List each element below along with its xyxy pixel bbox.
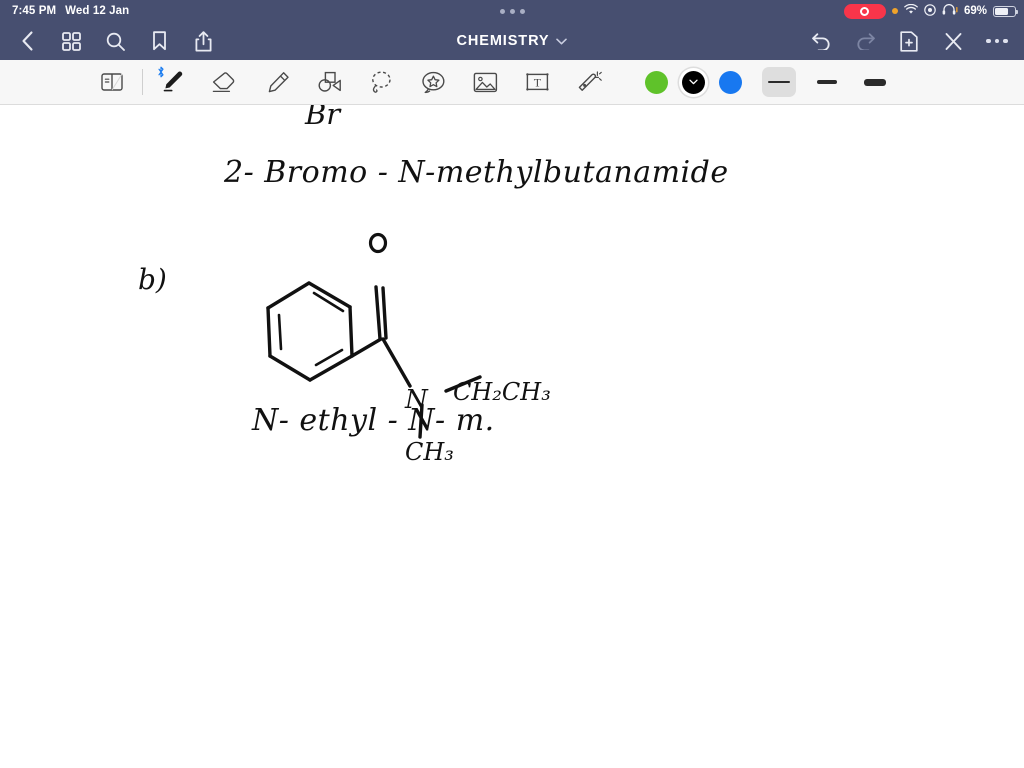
- bluetooth-icon: [157, 66, 165, 81]
- status-bar: 7:45 PM Wed 12 Jan 69%: [0, 0, 1024, 22]
- ink-ethyl-label: CH₂CH₃: [453, 378, 551, 406]
- share-icon[interactable]: [190, 28, 216, 54]
- page-flip-tool[interactable]: [86, 60, 138, 105]
- battery-icon: [993, 5, 1018, 17]
- navigation-bar: CHEMISTRY: [0, 22, 1024, 60]
- eraser-tool[interactable]: [199, 60, 251, 105]
- tool-group: T: [86, 60, 615, 105]
- stroke-thick[interactable]: [858, 67, 892, 97]
- image-tool[interactable]: [459, 60, 511, 105]
- back-chevron-icon[interactable]: [14, 28, 40, 54]
- status-bar-left: 7:45 PM Wed 12 Jan: [8, 5, 129, 17]
- page-title: CHEMISTRY: [456, 33, 550, 49]
- notes-app-window: 7:45 PM Wed 12 Jan 69% CHEMISTRY T Br 2-…: [0, 0, 1024, 768]
- search-icon[interactable]: [102, 28, 128, 54]
- highlighter-tool[interactable]: [251, 60, 303, 105]
- status-time: 7:45 PM: [12, 5, 57, 17]
- redo-icon[interactable]: [852, 28, 878, 54]
- color-green[interactable]: [645, 70, 668, 94]
- toolbar-divider: [142, 69, 143, 95]
- chevron-down-icon[interactable]: [556, 38, 568, 45]
- color-blue[interactable]: [719, 70, 742, 94]
- note-canvas[interactable]: Br 2- Bromo - N-methylbutanamide b) N CH…: [0, 105, 1024, 768]
- nav-left-group: [0, 28, 216, 54]
- svg-text:T: T: [533, 75, 541, 89]
- sticker-tool[interactable]: [407, 60, 459, 105]
- nav-right-group: [808, 28, 1024, 54]
- drawing-toolbar: T: [0, 60, 1024, 105]
- status-bar-right: 69%: [843, 3, 1018, 19]
- ink-compound-name-b: N- ethyl - N- m.: [252, 403, 495, 438]
- more-icon[interactable]: [984, 28, 1010, 54]
- text-tool[interactable]: T: [511, 60, 563, 105]
- battery-percent: 69%: [963, 5, 987, 17]
- stroke-medium[interactable]: [810, 67, 844, 97]
- color-palette: [645, 70, 742, 94]
- control-center-icon: [924, 3, 936, 19]
- lasso-tool[interactable]: [355, 60, 407, 105]
- stroke-thin[interactable]: [762, 67, 796, 97]
- ink-question-label: b): [138, 263, 167, 296]
- status-date: Wed 12 Jan: [65, 5, 130, 17]
- ink-compound-name-a: 2- Bromo - N-methylbutanamide: [224, 155, 729, 190]
- add-page-icon[interactable]: [896, 28, 922, 54]
- magic-wand-tool[interactable]: [563, 60, 615, 105]
- close-icon[interactable]: [940, 28, 966, 54]
- grid-icon[interactable]: [58, 28, 84, 54]
- bookmark-icon[interactable]: [146, 28, 172, 54]
- multitask-handle-icon[interactable]: [499, 8, 525, 14]
- shapes-tool[interactable]: [303, 60, 355, 105]
- headphones-icon: [942, 4, 958, 18]
- ink-methyl-label: CH₃: [405, 438, 454, 466]
- color-expand-chevron-icon: [682, 71, 705, 94]
- wifi-icon: [904, 3, 918, 18]
- ink-structure-drawing: N CH₂CH₃ CH₃: [250, 225, 551, 480]
- screen-record-icon[interactable]: [843, 3, 886, 19]
- ink-bromine-label: Br: [305, 105, 341, 131]
- mic-indicator-icon: [891, 8, 898, 14]
- undo-icon[interactable]: [808, 28, 834, 54]
- pen-tool[interactable]: [147, 60, 199, 105]
- color-black[interactable]: [682, 70, 705, 94]
- stroke-width-group: [762, 67, 892, 97]
